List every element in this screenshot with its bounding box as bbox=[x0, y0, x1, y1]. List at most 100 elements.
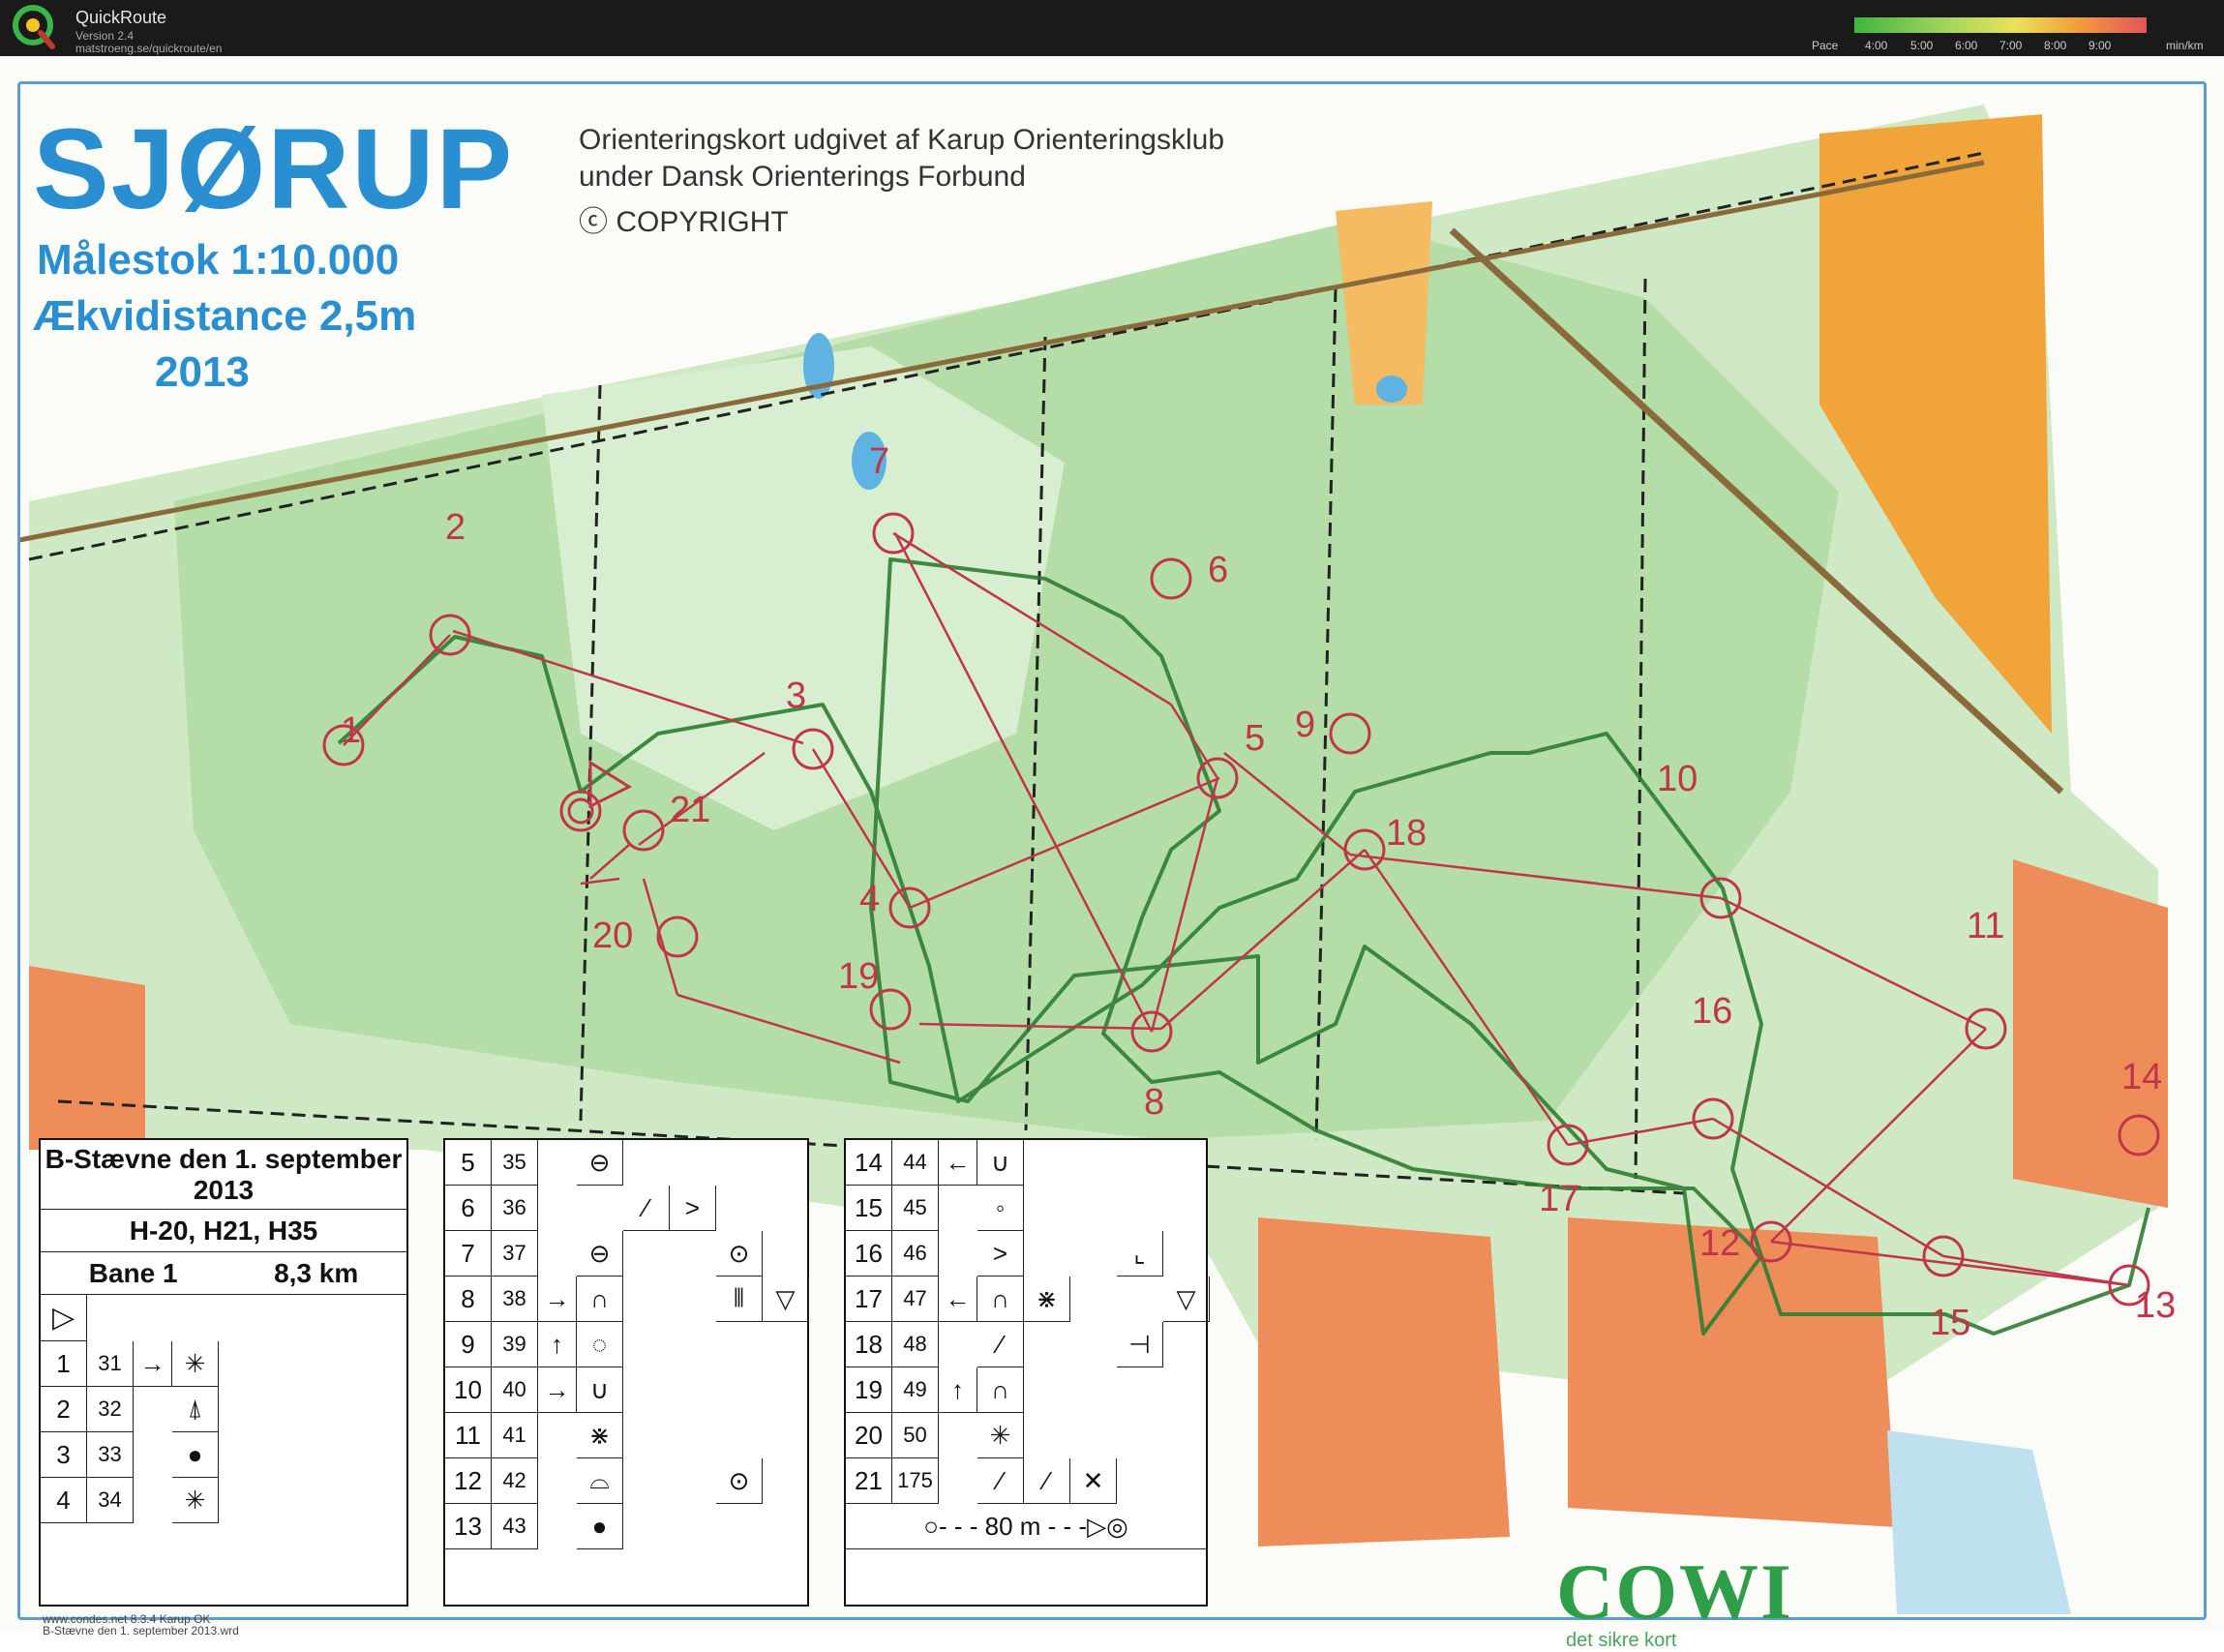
legend-code: 40 bbox=[492, 1367, 538, 1413]
control-number-13: 13 bbox=[2135, 1285, 2177, 1326]
legend-code: 37 bbox=[492, 1231, 538, 1277]
line-feature-icon: ⁄ bbox=[1024, 1458, 1070, 1504]
corner-symbol-icon: > bbox=[977, 1231, 1024, 1277]
quickroute-logo-icon bbox=[13, 5, 55, 49]
legend-classes: H-20, H21, H35 bbox=[41, 1210, 406, 1252]
legend-header-table: B-Stævne den 1. september 2013 H-20, H21… bbox=[39, 1138, 408, 1607]
map-title: SJØRUP bbox=[33, 105, 515, 233]
control-number-16: 16 bbox=[1692, 991, 1733, 1032]
legend-footer: B-Stævne den 1. september 2013.wrd bbox=[43, 1624, 239, 1637]
sponsor-tagline: det sikre kort bbox=[1566, 1630, 1677, 1651]
legend-code: 34 bbox=[87, 1478, 134, 1523]
control-number-11: 11 bbox=[1967, 906, 2005, 946]
knoll-symbol-icon: ∩ bbox=[577, 1277, 623, 1322]
legend-code: 42 bbox=[492, 1458, 538, 1504]
legend-code: 46 bbox=[892, 1231, 939, 1277]
legend-table-right: 14 44 15 45 16 46 17 47 18 48 19 49 20 5… bbox=[844, 1138, 1210, 1607]
refreshment-icon: ▽ bbox=[763, 1277, 809, 1322]
gully-symbol-icon: ∪ bbox=[577, 1367, 623, 1413]
legend-code: 48 bbox=[892, 1322, 939, 1367]
legend-event-year: 2013 bbox=[193, 1174, 255, 1205]
depression-symbol-icon: ⊖ bbox=[577, 1231, 623, 1277]
legend-code: 50 bbox=[892, 1413, 939, 1458]
legend-num: 13 bbox=[445, 1504, 492, 1549]
publisher-line: Orienteringskort udgivet af Karup Orient… bbox=[579, 124, 1225, 156]
legend-num: 14 bbox=[846, 1140, 892, 1186]
sponsor-logo: COWI bbox=[1556, 1547, 1793, 1636]
finish-distance: 80 m bbox=[984, 1511, 1041, 1541]
orienteering-map[interactable]: SJØRUP Orienteringskort udgivet af Karup… bbox=[0, 56, 2224, 1651]
legend-num: 11 bbox=[445, 1413, 492, 1458]
legend-num: 5 bbox=[445, 1140, 492, 1186]
control-number-8: 8 bbox=[1144, 1082, 1165, 1123]
thicket-symbol-icon: ✳ bbox=[172, 1341, 219, 1387]
legend-num: 4 bbox=[41, 1478, 87, 1523]
crossing-symbol-icon: ✕ bbox=[1070, 1458, 1117, 1504]
legend-table-middle: 5 35 6 36 7 37 8 38 9 39 10 40 11 41 12 … bbox=[443, 1138, 809, 1607]
control-number-4: 4 bbox=[859, 879, 881, 919]
map-scale: Målestok 1:10.000 bbox=[37, 236, 400, 284]
legend-num: 3 bbox=[41, 1432, 87, 1478]
control-number-18: 18 bbox=[1386, 813, 1428, 854]
legend-code: 33 bbox=[87, 1432, 134, 1478]
legend-code: 41 bbox=[492, 1413, 538, 1458]
legend-num: 2 bbox=[41, 1387, 87, 1432]
legend-event-name: B-Stævne den 1. september bbox=[45, 1143, 403, 1174]
legend-course: Bane 1 bbox=[88, 1257, 178, 1288]
legend-code: 44 bbox=[892, 1140, 939, 1186]
point-feature-icon: ⊙ bbox=[716, 1231, 763, 1277]
app-url[interactable]: matstroeng.se/quickroute/en bbox=[75, 42, 222, 55]
legend-num: 17 bbox=[846, 1277, 892, 1322]
control-number-1: 1 bbox=[341, 710, 362, 751]
legend-code: 36 bbox=[492, 1186, 538, 1231]
legend-length: 8,3 km bbox=[274, 1257, 359, 1288]
control-number-2: 2 bbox=[445, 507, 466, 548]
knoll-symbol-icon: ∩ bbox=[977, 1367, 1024, 1413]
gully-symbol-icon: ∪ bbox=[977, 1140, 1024, 1186]
control-number-17: 17 bbox=[1539, 1179, 1580, 1219]
impassable-thicket-icon: ⋇ bbox=[1024, 1277, 1070, 1322]
direction-arrow-icon: ← bbox=[939, 1277, 977, 1322]
legend-code: 31 bbox=[87, 1341, 134, 1387]
boulder-symbol-icon: ● bbox=[577, 1504, 623, 1549]
control-number-14: 14 bbox=[2121, 1057, 2163, 1097]
position-symbol-icon: ⫴ bbox=[716, 1277, 763, 1322]
pace-unit: min/km bbox=[2166, 39, 2204, 52]
legend-event: B-Stævne den 1. september 2013 bbox=[41, 1140, 406, 1210]
tree-symbol-icon: ⍋ bbox=[172, 1387, 219, 1432]
copyright-line: ⓒ COPYRIGHT bbox=[579, 206, 789, 238]
refreshment-icon: ▽ bbox=[1163, 1277, 1210, 1322]
boulder-symbol-icon: ● bbox=[172, 1432, 219, 1478]
map-year: 2013 bbox=[155, 348, 250, 396]
legend-code: 39 bbox=[492, 1322, 538, 1367]
control-number-10: 10 bbox=[1657, 759, 1698, 799]
direction-arrow-icon: → bbox=[134, 1341, 172, 1387]
thicket-symbol-icon: ✳ bbox=[977, 1413, 1024, 1458]
direction-arrow-icon: ↑ bbox=[538, 1322, 577, 1367]
control-number-5: 5 bbox=[1245, 718, 1266, 759]
control-number-15: 15 bbox=[1930, 1303, 1971, 1343]
control-number-19: 19 bbox=[838, 956, 880, 997]
legend-code: 35 bbox=[492, 1140, 538, 1186]
control-number-6: 6 bbox=[1208, 550, 1229, 590]
legend-num: 21 bbox=[846, 1458, 892, 1504]
impassable-thicket-icon: ⋇ bbox=[577, 1413, 623, 1458]
point-feature-icon: ⊙ bbox=[716, 1458, 763, 1504]
line-feature-icon: ⁄ bbox=[623, 1186, 670, 1231]
direction-arrow-icon: ← bbox=[939, 1140, 977, 1186]
control-number-21: 21 bbox=[670, 790, 711, 830]
legend-num: 15 bbox=[846, 1186, 892, 1231]
thicket-symbol-icon: ✳ bbox=[172, 1478, 219, 1523]
legend-num: 6 bbox=[445, 1186, 492, 1231]
app-version: Version 2.4 bbox=[75, 29, 135, 43]
legend-num: 7 bbox=[445, 1231, 492, 1277]
legend-code: 49 bbox=[892, 1367, 939, 1413]
control-number-3: 3 bbox=[786, 676, 807, 716]
control-number-9: 9 bbox=[1295, 705, 1316, 745]
legend-code: 43 bbox=[492, 1504, 538, 1549]
legend-course-row: Bane 1 8,3 km bbox=[41, 1252, 406, 1295]
pace-label: Pace bbox=[1812, 39, 1839, 52]
pace-tick: 9:00 bbox=[2089, 39, 2112, 52]
corner-symbol-icon: > bbox=[670, 1186, 716, 1231]
pace-tick: 6:00 bbox=[1955, 39, 1978, 52]
